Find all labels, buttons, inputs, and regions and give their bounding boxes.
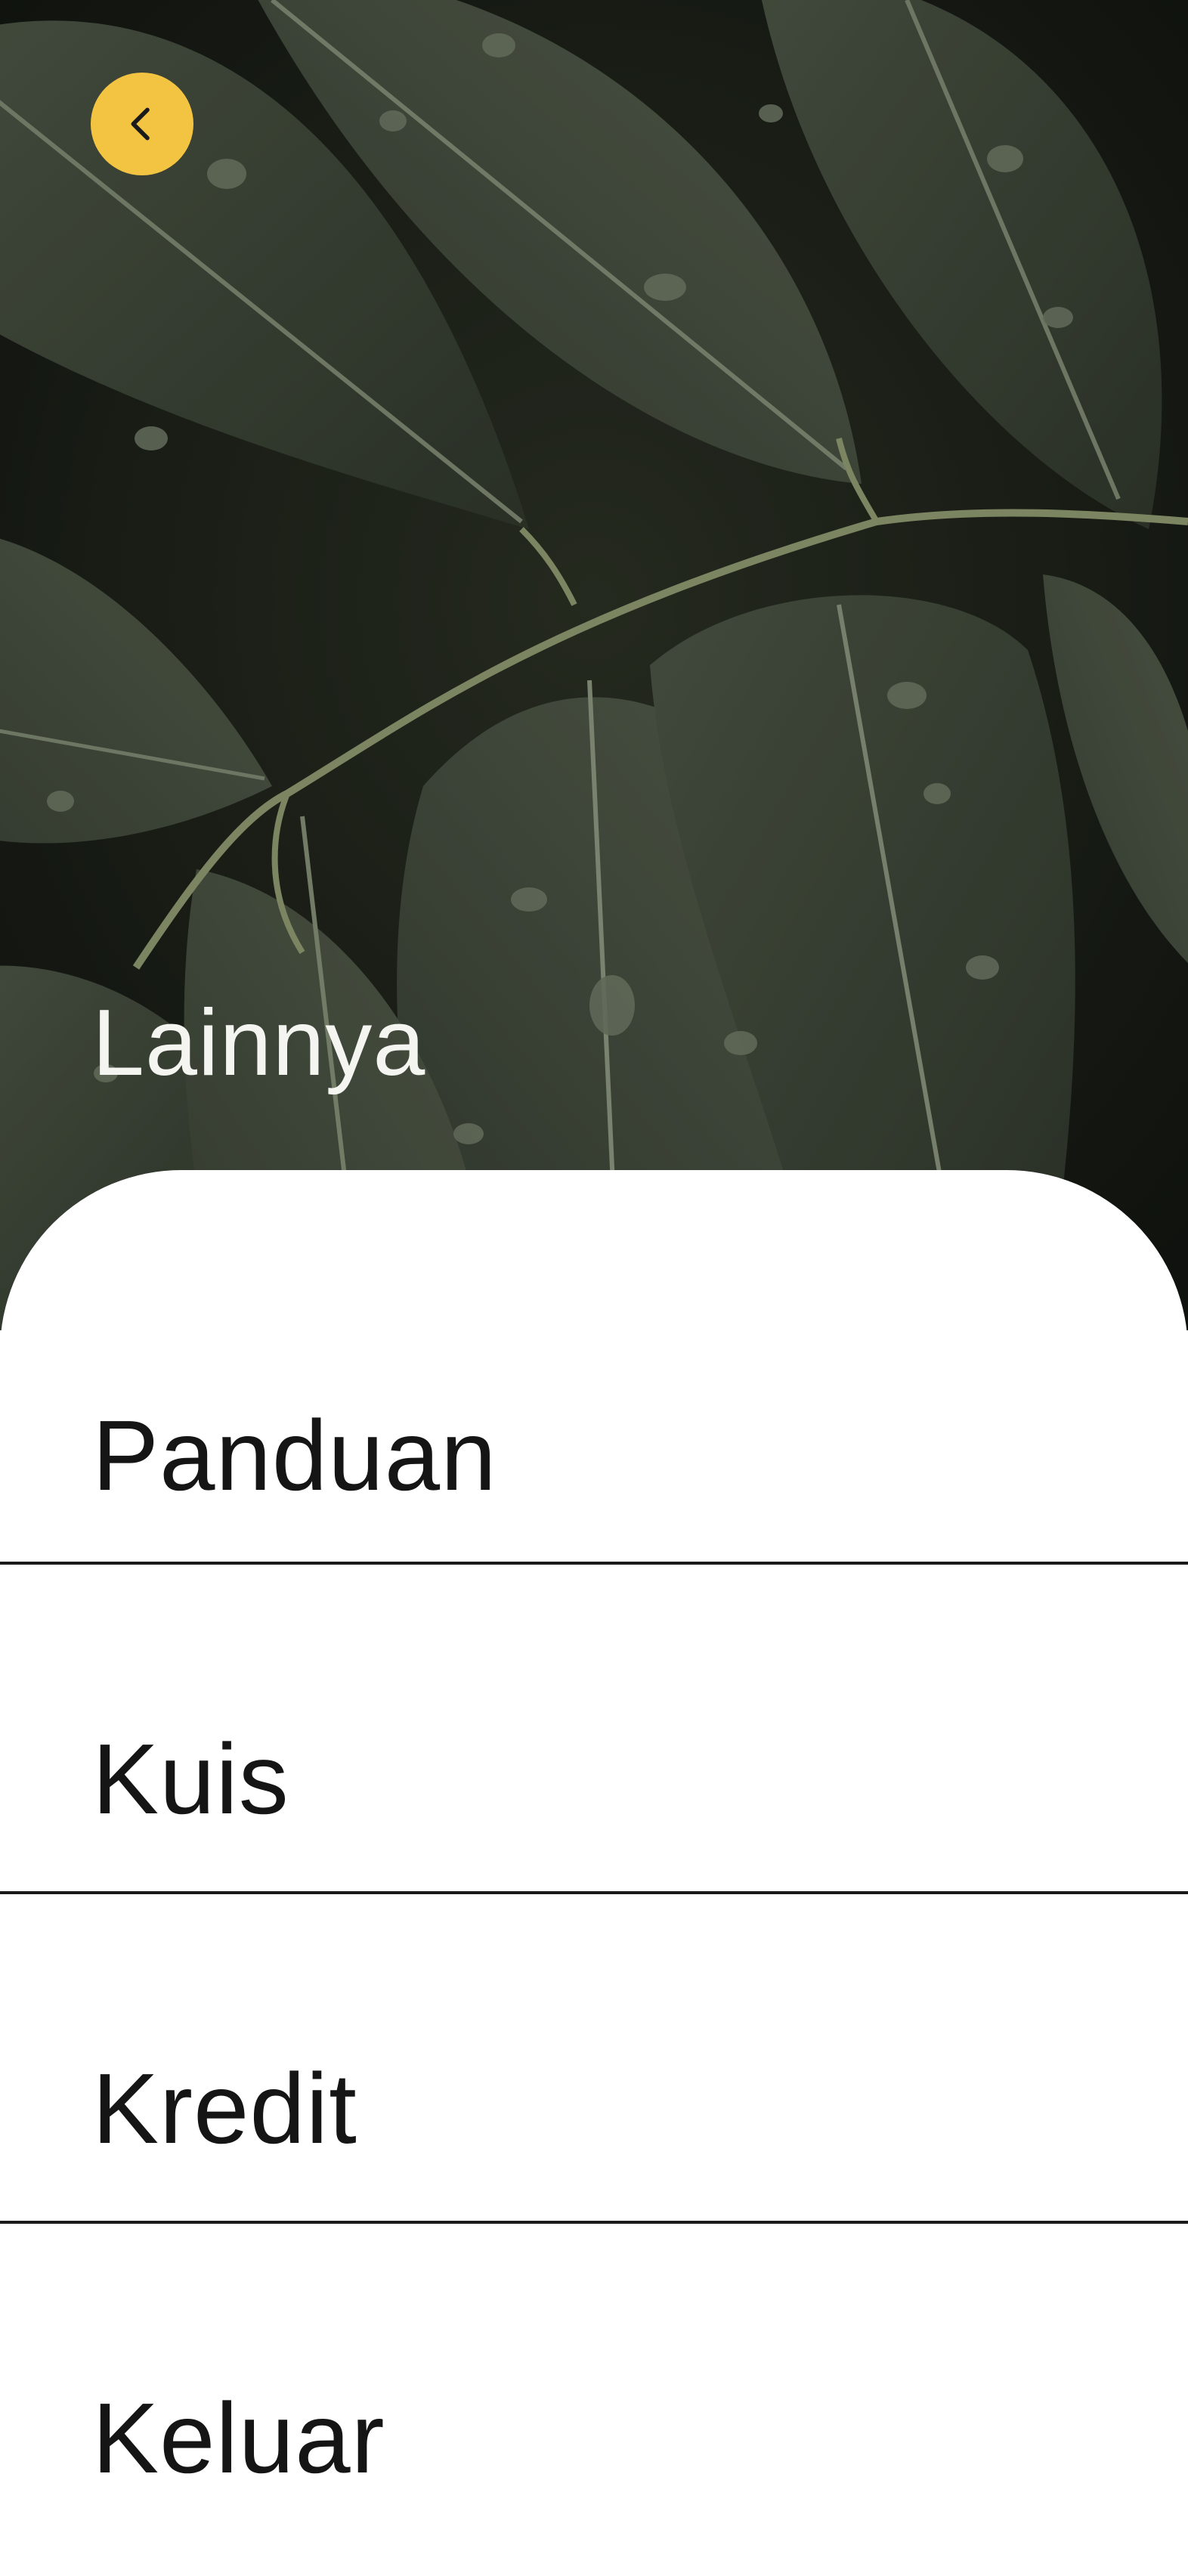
menu-item-label: Keluar bbox=[92, 2382, 385, 2494]
menu-item-kredit[interactable]: Kredit bbox=[0, 2059, 1188, 2159]
leaves-photo bbox=[0, 0, 1188, 1330]
back-button[interactable] bbox=[91, 73, 193, 175]
menu-item-panduan[interactable]: Panduan bbox=[0, 1406, 1188, 1506]
menu-item-label: Panduan bbox=[92, 1400, 497, 1511]
menu-sheet: Panduan Kuis Kredit Keluar bbox=[0, 1170, 1188, 2576]
menu-item-label: Kredit bbox=[92, 2053, 357, 2164]
page-title: Lainnya bbox=[92, 991, 426, 1095]
chevron-left-icon bbox=[131, 107, 150, 141]
menu-item-kuis[interactable]: Kuis bbox=[0, 1729, 1188, 1829]
menu-item-label: Kuis bbox=[92, 1723, 289, 1834]
menu-divider bbox=[0, 1891, 1188, 1894]
header-image: Lainnya bbox=[0, 0, 1188, 1330]
menu-divider bbox=[0, 1562, 1188, 1565]
menu-divider bbox=[0, 2221, 1188, 2224]
menu-item-keluar[interactable]: Keluar bbox=[0, 2389, 1188, 2488]
